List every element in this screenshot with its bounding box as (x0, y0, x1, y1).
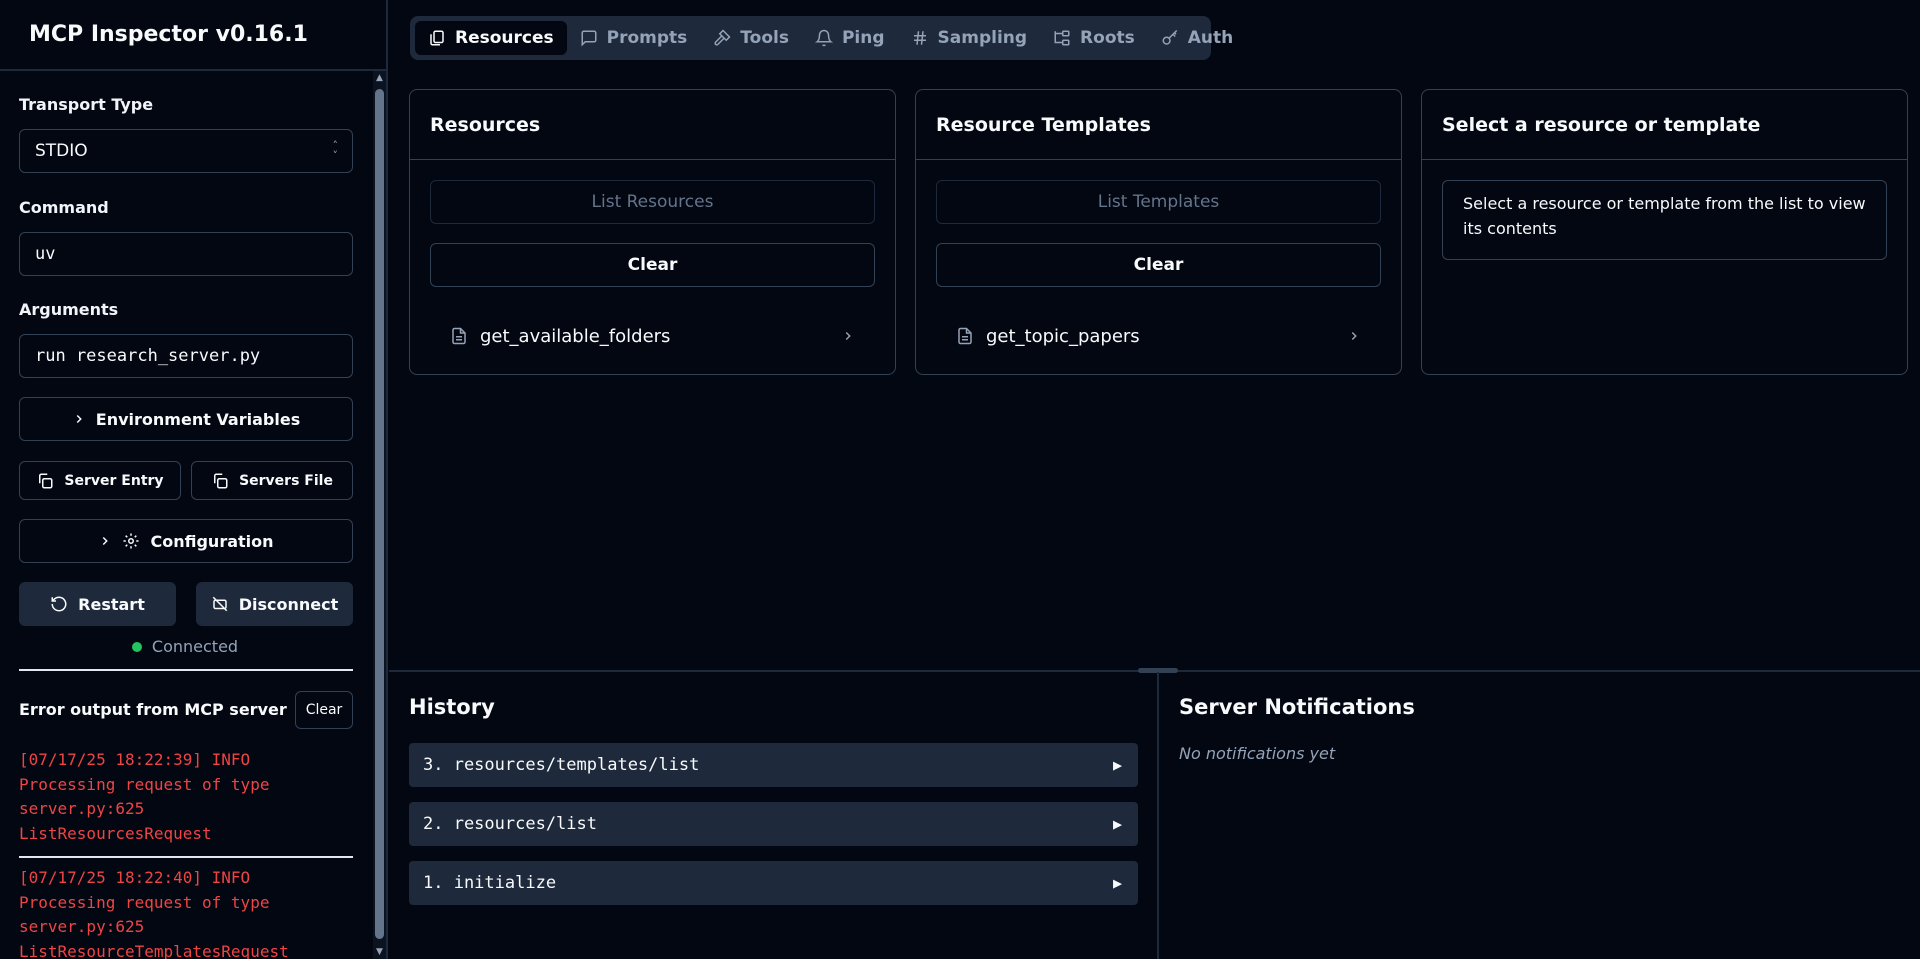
tab-label: Resources (455, 28, 554, 48)
chevron-right-icon (98, 534, 112, 548)
connection-status: Connected (0, 637, 370, 656)
play-icon[interactable]: ▶ (1113, 756, 1122, 774)
servers-file-label: Servers File (239, 472, 333, 489)
tab-prompts[interactable]: Prompts (567, 21, 701, 55)
server-notifications-title: Server Notifications (1179, 695, 1415, 719)
copy-icon (36, 472, 54, 490)
bell-icon (814, 29, 833, 47)
tab-resources[interactable]: Resources (415, 21, 567, 55)
tab-roots[interactable]: Roots (1040, 21, 1148, 55)
error-clear-button[interactable]: Clear (295, 691, 353, 729)
template-list-item[interactable]: get_topic_papers (936, 316, 1381, 356)
command-input[interactable]: uv (19, 232, 353, 276)
tab-tools[interactable]: Tools (700, 21, 802, 55)
hammer-icon (713, 29, 731, 47)
clear-resources-button[interactable]: Clear (430, 243, 875, 287)
arguments-label: Arguments (19, 300, 119, 319)
message-square-icon (580, 29, 598, 47)
restart-label: Restart (78, 594, 145, 614)
history-item[interactable]: 1. initialize ▶ (409, 861, 1138, 905)
history-item[interactable]: 2. resources/list ▶ (409, 802, 1138, 846)
settings-icon (122, 532, 140, 550)
transport-type-label: Transport Type (19, 95, 154, 114)
error-output-title: Error output from MCP server (19, 700, 287, 719)
configuration-button[interactable]: Configuration (19, 519, 353, 563)
tab-label: Tools (740, 28, 789, 48)
tab-label: Sampling (937, 28, 1028, 48)
app-title: MCP Inspector v0.16.1 (29, 22, 308, 47)
history-title: History (409, 695, 495, 719)
divider (19, 856, 353, 858)
hash-icon (911, 29, 929, 47)
resource-templates-card: Resource Templates List Templates Clear … (915, 89, 1402, 375)
chevrons-up-down-icon: ˄ ˅ (332, 139, 339, 162)
error-entry: [07/17/25 18:22:39] INFO Processing requ… (19, 750, 270, 843)
tab-label: Auth (1187, 28, 1234, 48)
arguments-input[interactable]: run research_server.py (19, 334, 353, 378)
resource-name: get_available_folders (480, 325, 671, 347)
resources-title: Resources (410, 90, 895, 160)
restart-button[interactable]: Restart (19, 582, 176, 626)
resource-templates-title: Resource Templates (916, 90, 1401, 160)
transport-type-select[interactable]: STDIO ˄ ˅ (19, 129, 353, 173)
tab-label: Ping (841, 28, 885, 48)
copy-icon (211, 472, 229, 490)
sidebar: MCP Inspector v0.16.1 Transport Type STD… (0, 0, 388, 959)
scroll-up-icon[interactable]: ▲ (373, 71, 386, 85)
detail-message: Select a resource or template from the l… (1442, 180, 1887, 260)
vertical-divider (1157, 672, 1159, 959)
tab-ping[interactable]: Ping (802, 21, 898, 55)
main-tabs: Resources Prompts Tools Ping Sampling Ro… (410, 16, 1233, 60)
chevron-right-icon (841, 329, 855, 343)
sidebar-body: Transport Type STDIO ˄ ˅ Command uv Argum… (0, 71, 370, 959)
rotate-ccw-icon (50, 595, 68, 613)
command-label: Command (19, 198, 109, 217)
file-icon (450, 327, 468, 345)
disconnect-label: Disconnect (238, 594, 339, 614)
template-name: get_topic_papers (986, 325, 1140, 347)
play-icon[interactable]: ▶ (1113, 874, 1122, 892)
sidebar-scrollbar[interactable]: ▲ ▼ (373, 71, 386, 959)
no-notifications-text: No notifications yet (1179, 744, 1336, 763)
transport-type-value: STDIO (35, 141, 88, 161)
sidebar-header: MCP Inspector v0.16.1 (0, 0, 386, 71)
status-dot (131, 641, 142, 652)
history-item-label: 1. initialize (423, 873, 557, 893)
server-entry-button[interactable]: Server Entry (19, 461, 181, 500)
detail-title: Select a resource or template (1422, 90, 1907, 160)
resources-card: Resources List Resources Clear get_avail… (409, 89, 896, 375)
error-entry: [07/17/25 18:22:40] INFO Processing requ… (19, 868, 289, 959)
disconnect-button[interactable]: Disconnect (196, 582, 353, 626)
file-icon (956, 327, 974, 345)
chevron-right-icon (72, 412, 86, 426)
environment-variables-label: Environment Variables (95, 409, 301, 429)
status-text: Connected (151, 637, 239, 656)
tab-label: Prompts (606, 28, 688, 48)
chevron-right-icon (1347, 329, 1361, 343)
configuration-label: Configuration (150, 531, 274, 551)
list-templates-button[interactable]: List Templates (936, 180, 1381, 224)
files-icon (428, 29, 446, 47)
resource-list-item[interactable]: get_available_folders (430, 316, 875, 356)
divider (19, 669, 353, 671)
history-item[interactable]: 3. resources/templates/list ▶ (409, 743, 1138, 787)
history-item-label: 2. resources/list (423, 814, 597, 834)
clear-templates-button[interactable]: Clear (936, 243, 1381, 287)
servers-file-button[interactable]: Servers File (191, 461, 353, 500)
server-entry-label: Server Entry (64, 472, 164, 489)
tab-auth[interactable]: Auth (1148, 21, 1247, 55)
tab-sampling[interactable]: Sampling (898, 21, 1041, 55)
unplug-icon (211, 595, 229, 613)
tab-label: Roots (1080, 28, 1135, 48)
scroll-thumb[interactable] (375, 89, 384, 939)
key-icon (1161, 29, 1179, 47)
list-resources-button[interactable]: List Resources (430, 180, 875, 224)
detail-card: Select a resource or template Select a r… (1421, 89, 1908, 375)
environment-variables-button[interactable]: Environment Variables (19, 397, 353, 441)
play-icon[interactable]: ▶ (1113, 815, 1122, 833)
folder-tree-icon (1053, 29, 1071, 47)
scroll-down-icon[interactable]: ▼ (373, 945, 386, 959)
history-item-label: 3. resources/templates/list (423, 755, 700, 775)
